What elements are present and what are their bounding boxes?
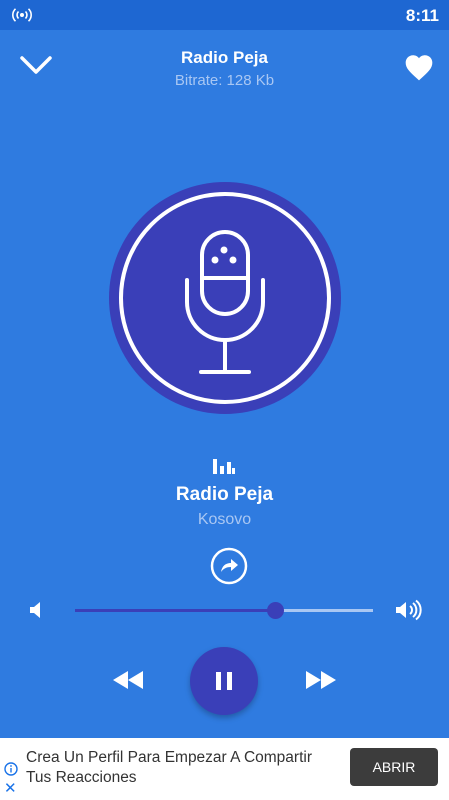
volume-slider[interactable] <box>75 602 373 619</box>
rewind-icon[interactable] <box>110 668 146 692</box>
radio-signal-icon <box>12 8 32 22</box>
volume-high-icon[interactable] <box>394 599 424 621</box>
heart-icon[interactable] <box>403 52 435 82</box>
ad-banner: ✕ Crea Un Perfil Para Empezar A Comparti… <box>0 738 449 800</box>
equalizer-icon <box>213 459 235 474</box>
player-header: Radio Peja Bitrate: 128 Kb <box>0 30 449 100</box>
header-bitrate: Bitrate: 128 Kb <box>174 72 275 89</box>
fast-forward-icon[interactable] <box>303 668 339 692</box>
volume-slider-thumb[interactable] <box>266 602 284 619</box>
station-artwork <box>109 182 341 414</box>
station-country: Kosovo <box>197 511 252 528</box>
ad-text[interactable]: Crea Un Perfil Para Empezar A Compartir … <box>26 748 326 788</box>
pause-button[interactable] <box>190 647 258 715</box>
volume-low-icon[interactable] <box>28 599 46 621</box>
volume-slider-fill <box>75 609 275 612</box>
station-name: Radio Peja <box>175 484 274 505</box>
close-icon[interactable]: ✕ <box>4 781 17 796</box>
status-time: 8:11 <box>405 6 439 25</box>
ad-open-button[interactable]: ABRIR <box>350 748 438 786</box>
share-icon[interactable] <box>210 547 248 585</box>
header-title: Radio Peja <box>181 48 268 67</box>
info-icon[interactable] <box>4 762 18 776</box>
status-bar: 8:11 <box>0 0 449 30</box>
